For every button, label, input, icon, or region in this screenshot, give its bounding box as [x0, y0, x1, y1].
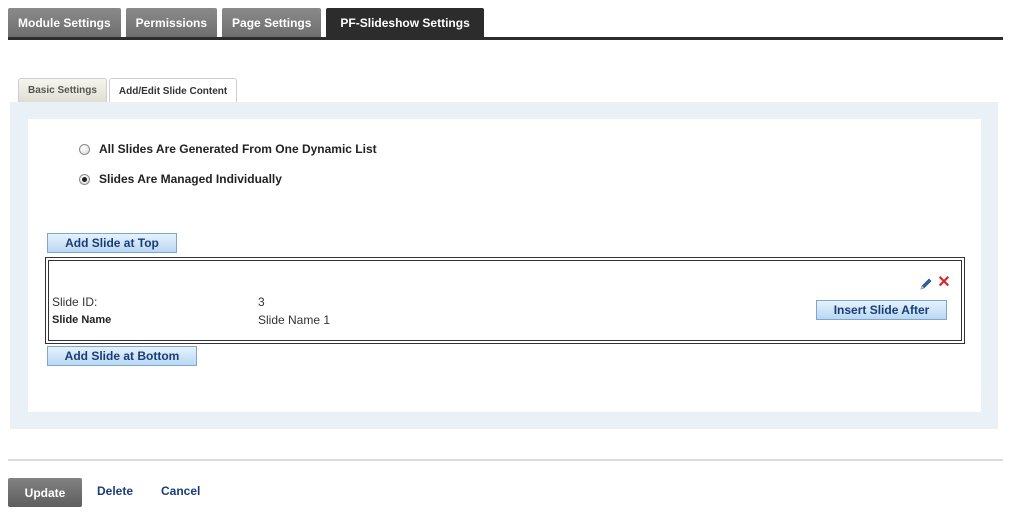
slide-id-value: 3	[258, 295, 265, 309]
tab-bar-divider	[8, 37, 1003, 40]
tab-module-settings[interactable]: Module Settings	[8, 8, 121, 37]
close-icon[interactable]: ✕	[936, 275, 952, 291]
slide-name-value: Slide Name 1	[258, 313, 331, 327]
top-tab-bar: Module Settings Permissions Page Setting…	[8, 8, 489, 37]
add-slide-top-button[interactable]: Add Slide at Top	[47, 233, 177, 253]
update-button[interactable]: Update	[8, 478, 82, 507]
tab-permissions[interactable]: Permissions	[125, 8, 218, 37]
option-dynamic-list[interactable]: All Slides Are Generated From One Dynami…	[79, 142, 377, 156]
slide-item: Slide ID: 3 Slide Name Slide Name 1 ✕ In…	[45, 257, 965, 344]
slide-item-inner: Slide ID: 3 Slide Name Slide Name 1 ✕ In…	[48, 260, 962, 341]
pencil-icon[interactable]	[918, 276, 934, 292]
tab-page-settings[interactable]: Page Settings	[222, 8, 322, 37]
option-individually-label: Slides Are Managed Individually	[99, 172, 282, 186]
slide-name-label: Slide Name	[52, 314, 112, 326]
option-dynamic-list-label: All Slides Are Generated From One Dynami…	[99, 142, 377, 156]
option-individually[interactable]: Slides Are Managed Individually	[79, 172, 282, 186]
footer-divider	[8, 459, 1003, 461]
radio-dynamic-list[interactable]	[79, 143, 90, 155]
radio-individually[interactable]	[79, 173, 90, 185]
tab-pf-slideshow-settings[interactable]: PF-Slideshow Settings	[326, 8, 484, 37]
cancel-link[interactable]: Cancel	[161, 484, 200, 498]
sub-tab-bar: Basic Settings Add/Edit Slide Content	[18, 78, 239, 103]
add-slide-bottom-button[interactable]: Add Slide at Bottom	[47, 346, 197, 366]
slide-id-label: Slide ID:	[52, 295, 98, 309]
tab-add-edit-slide-content[interactable]: Add/Edit Slide Content	[108, 78, 238, 103]
insert-slide-after-button[interactable]: Insert Slide After	[816, 300, 947, 320]
tab-basic-settings[interactable]: Basic Settings	[18, 78, 107, 102]
delete-link[interactable]: Delete	[97, 484, 133, 498]
